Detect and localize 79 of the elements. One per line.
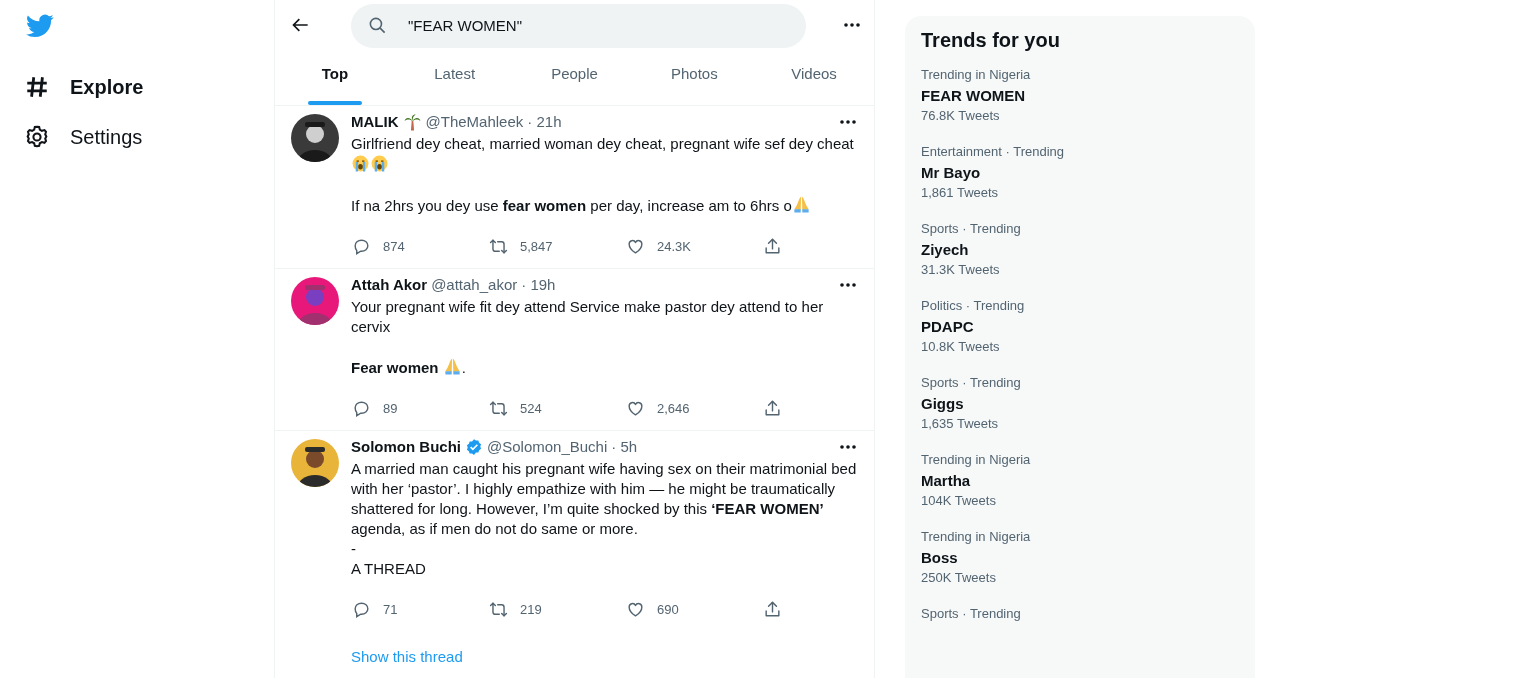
share-button[interactable] (762, 599, 782, 619)
tweet-text: Girlfriend dey cheat, married woman dey cheat, pregnant wife sef dey cheat (351, 135, 854, 152)
trend-context[interactable]: Trending in Nigeria (921, 529, 1239, 545)
user-handle[interactable]: @Solomon_Buchi (487, 437, 608, 457)
palm-tree-icon (402, 112, 422, 132)
retweet-button[interactable]: 219 (488, 599, 625, 619)
trend-name[interactable]: Martha (921, 471, 1239, 490)
user-handle[interactable]: @TheMahleek (425, 112, 524, 132)
user-name[interactable]: Attah Akor (351, 275, 428, 295)
hashtag-icon (24, 74, 50, 100)
share-button[interactable] (762, 236, 782, 256)
tweet-text: If na 2hrs you dey use fear women per day, increase am to 6hrs o (351, 197, 792, 214)
reply-button[interactable]: 89 (351, 398, 488, 418)
share-icon (763, 599, 782, 619)
trend-name[interactable]: Boss (921, 548, 1239, 567)
crying-face-icon (351, 154, 370, 173)
tweet-time: · 21h (527, 112, 562, 132)
reply-icon (352, 398, 371, 418)
tweet-text: A THREAD (351, 560, 426, 577)
tweet-count: 250K Tweets (921, 570, 997, 586)
tweet-count: 10.8K Tweets (921, 339, 1001, 355)
trend-name[interactable]: Giggs (921, 394, 1239, 413)
tab[interactable]: People (514, 50, 635, 105)
search-icon (368, 15, 387, 35)
more-icon (840, 283, 856, 287)
trend-name[interactable]: FEAR WOMEN (921, 86, 1239, 105)
user-name[interactable]: MALIK (351, 112, 399, 132)
user-name[interactable]: Solomon Buchi (351, 437, 461, 457)
share-icon (763, 398, 782, 418)
trend-name[interactable]: Ziyech (921, 240, 1239, 259)
trend-context[interactable]: Trending in Nigeria (921, 67, 1239, 83)
settings-icon (24, 124, 50, 150)
trend-context[interactable]: Trending in Nigeria (921, 452, 1239, 468)
like-button[interactable]: 24.3K (625, 236, 762, 256)
trend-name[interactable]: Mr Bayo (921, 163, 1239, 182)
retweet-button[interactable]: 524 (488, 398, 625, 418)
share-button[interactable] (762, 398, 782, 418)
tweet-text: Fear women (351, 359, 440, 376)
trend-context[interactable]: Entertainment · Trending (921, 144, 1239, 160)
share-icon (763, 236, 782, 256)
folded-hands-icon (791, 195, 811, 214)
more-icon (844, 23, 860, 27)
tab[interactable]: Photos (634, 50, 755, 105)
nav-item[interactable]: Settings (24, 112, 143, 162)
tweet-count: 104K Tweets (921, 493, 997, 509)
tweet-text: A married man caught his pregnant wife having sex on their matrimonial bed with her ‘pastor’. I highly empathize with him — he might be traumatically shattered for long. However, I’m quite shocked by this ‘FEAR WOMEN’ agenda, as if men do not do same or more. (351, 460, 857, 537)
trend-context[interactable]: Sports · Trending (921, 375, 1239, 391)
tweet-text: Your pregnant wife fit dey attend Service make pastor dey attend to her cervix (351, 298, 824, 335)
tweet-time: · 19h (521, 275, 556, 295)
search-field[interactable]: "FEAR WOMEN" (351, 3, 806, 48)
tweet-count: 1,635 Tweets (921, 416, 1000, 432)
tweet-count: 76.8K Tweets (921, 108, 1001, 124)
trend-context[interactable]: Sports · Trending (921, 221, 1239, 237)
like-button[interactable]: 690 (625, 599, 762, 619)
panel-title: Trends for you (921, 28, 1061, 52)
bird-logo-icon[interactable] (26, 14, 54, 38)
reply-icon (352, 236, 371, 256)
like-button[interactable]: 2,646 (625, 398, 762, 418)
crying-face-icon (370, 154, 389, 173)
reply-button[interactable]: 874 (351, 236, 488, 256)
tweet-count: 1,861 Tweets (921, 185, 1000, 201)
tab[interactable]: Videos (754, 50, 874, 105)
tab[interactable]: Latest (394, 50, 515, 105)
folded-hands-icon (442, 357, 462, 376)
more-icon (840, 445, 856, 449)
reply-icon (352, 599, 371, 619)
reply-button[interactable]: 71 (351, 599, 488, 619)
tweet-text: . (461, 359, 466, 376)
more-icon (840, 120, 856, 124)
retweet-button[interactable]: 5,847 (488, 236, 625, 256)
tweet-time: · 5h (611, 437, 638, 457)
trend-context[interactable]: Politics · Trending (921, 298, 1239, 314)
trend-context[interactable]: Sports · Trending (921, 606, 1239, 622)
trend-name[interactable]: PDAPC (921, 317, 1239, 336)
nav-item[interactable]: Explore (24, 62, 144, 112)
tweet-count: 31.3K Tweets (921, 262, 1001, 278)
tab[interactable]: Top (275, 50, 395, 105)
tweet-text: - (351, 540, 356, 557)
user-handle[interactable]: @attah_akor (431, 275, 518, 295)
